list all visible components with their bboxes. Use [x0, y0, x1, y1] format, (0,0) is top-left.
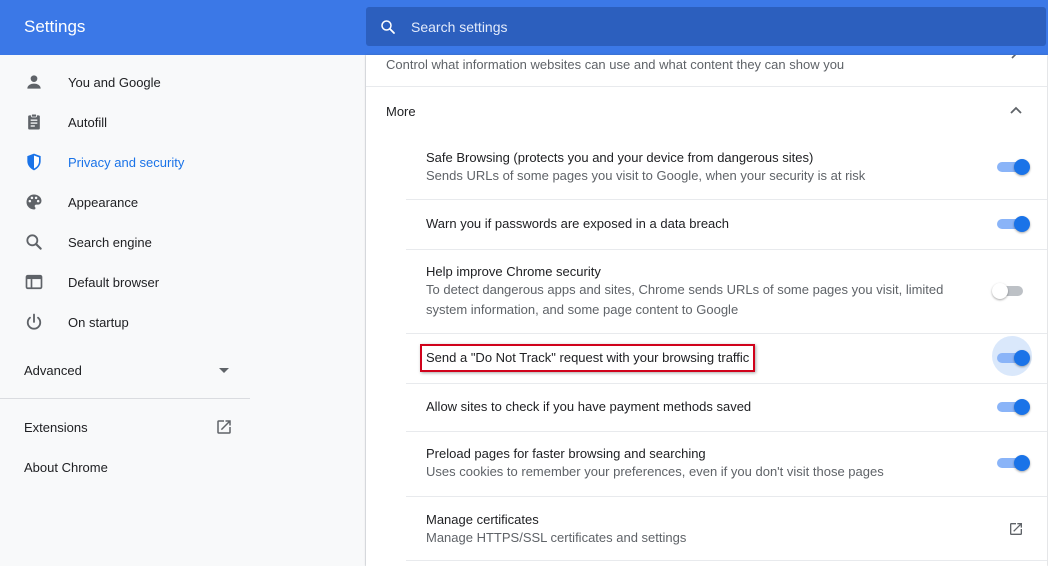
- sidebar-item-privacy-and-security[interactable]: Privacy and security: [0, 142, 250, 182]
- open-in-new-icon: [217, 420, 231, 434]
- setting-title: Warn you if passwords are exposed in a d…: [426, 216, 730, 231]
- sidebar-item-label: Autofill: [68, 114, 108, 130]
- setting-row-preload-pages[interactable]: Preload pages for faster browsing and se…: [406, 431, 1047, 496]
- sidebar-item-label: Search engine: [68, 234, 152, 250]
- sidebar-item-label: On startup: [68, 314, 129, 330]
- sidebar-item-default-browser[interactable]: Default browser: [0, 262, 250, 302]
- setting-row-help-improve-security[interactable]: Help improve Chrome security To detect d…: [406, 249, 1047, 333]
- sidebar-item-you-and-google[interactable]: You and Google: [0, 62, 250, 102]
- do-not-track-toggle[interactable]: [997, 350, 1031, 366]
- site-settings-description: Control what information websites can us…: [386, 57, 845, 72]
- setting-row-manage-certificates[interactable]: Manage certificates Manage HTTPS/SSL cer…: [406, 496, 1047, 560]
- setting-subtitle: Manage HTTPS/SSL certificates and settin…: [426, 530, 687, 545]
- sidebar-divider: [0, 398, 250, 399]
- setting-subtitle: Sends URLs of some pages you visit to Go…: [426, 168, 866, 183]
- sidebar-item-appearance[interactable]: Appearance: [0, 182, 250, 222]
- safe-browsing-toggle[interactable]: [997, 159, 1031, 175]
- setting-title: Send a "Do Not Track" request with your …: [426, 350, 750, 365]
- more-section-toggle[interactable]: More: [366, 87, 1047, 135]
- search-icon: [26, 234, 42, 250]
- setting-row-password-breach[interactable]: Warn you if passwords are exposed in a d…: [406, 199, 1047, 249]
- setting-title: Help improve Chrome security: [426, 264, 601, 279]
- toggle-knob: [1014, 159, 1030, 175]
- advanced-label: Advanced: [24, 363, 82, 378]
- header-bar: Settings: [0, 0, 1048, 55]
- toggle-knob: [1014, 455, 1030, 471]
- setting-title: Safe Browsing (protects you and your dev…: [426, 150, 814, 165]
- person-icon: [27, 75, 41, 89]
- sidebar-item-label: Privacy and security: [68, 154, 185, 170]
- help-improve-security-toggle[interactable]: [992, 283, 1027, 299]
- sidebar-item-label: You and Google: [68, 74, 161, 90]
- sidebar-item-extensions[interactable]: Extensions: [0, 407, 250, 447]
- divider: [406, 560, 1047, 561]
- caret-down-icon: [219, 368, 229, 373]
- clipboard-icon: [28, 113, 40, 130]
- sidebar-item-label: Appearance: [68, 194, 139, 210]
- setting-row-do-not-track[interactable]: Send a "Do Not Track" request with your …: [406, 333, 1047, 383]
- browser-window-icon: [25, 274, 43, 290]
- sidebar: You and Google Autofill Privacy and secu…: [0, 55, 250, 566]
- setting-title: Allow sites to check if you have payment…: [426, 399, 752, 414]
- setting-row-payment-methods[interactable]: Allow sites to check if you have payment…: [406, 383, 1047, 431]
- setting-row-safe-browsing[interactable]: Safe Browsing (protects you and your dev…: [406, 135, 1047, 199]
- password-breach-toggle[interactable]: [997, 216, 1031, 232]
- setting-subtitle: Uses cookies to remember your preference…: [426, 464, 884, 479]
- more-label: More: [386, 104, 416, 119]
- sidebar-item-autofill[interactable]: Autofill: [0, 102, 250, 142]
- search-box[interactable]: [366, 7, 1046, 46]
- about-chrome-label: About Chrome: [24, 460, 108, 475]
- sidebar-item-on-startup[interactable]: On startup: [0, 302, 250, 342]
- toggle-knob: [992, 283, 1008, 299]
- page-title: Settings: [24, 17, 86, 36]
- sidebar-advanced-toggle[interactable]: Advanced: [0, 350, 250, 390]
- setting-subtitle: To detect dangerous apps and sites, Chro…: [426, 282, 944, 317]
- toggle-knob: [1014, 350, 1030, 366]
- shield-icon: [27, 153, 41, 171]
- preload-pages-toggle[interactable]: [997, 455, 1031, 471]
- toggle-knob: [1014, 399, 1030, 415]
- extensions-label: Extensions: [24, 420, 88, 435]
- palette-icon: [26, 194, 42, 210]
- setting-title: Manage certificates: [426, 512, 539, 527]
- sidebar-item-label: Default browser: [68, 274, 160, 290]
- payment-methods-toggle[interactable]: [997, 399, 1031, 415]
- sidebar-item-search-engine[interactable]: Search engine: [0, 222, 250, 262]
- sidebar-item-about-chrome[interactable]: About Chrome: [0, 447, 250, 487]
- search-icon: [381, 20, 395, 34]
- chevron-up-icon[interactable]: [1009, 103, 1023, 117]
- power-icon: [26, 313, 42, 330]
- chevron-right-icon[interactable]: [1009, 55, 1019, 59]
- open-in-new-icon[interactable]: [1008, 521, 1024, 537]
- setting-title: Preload pages for faster browsing and se…: [426, 446, 706, 461]
- search-input[interactable]: [411, 7, 1011, 46]
- toggle-knob: [1014, 216, 1030, 232]
- settings-card: Control what information websites can us…: [366, 55, 1047, 566]
